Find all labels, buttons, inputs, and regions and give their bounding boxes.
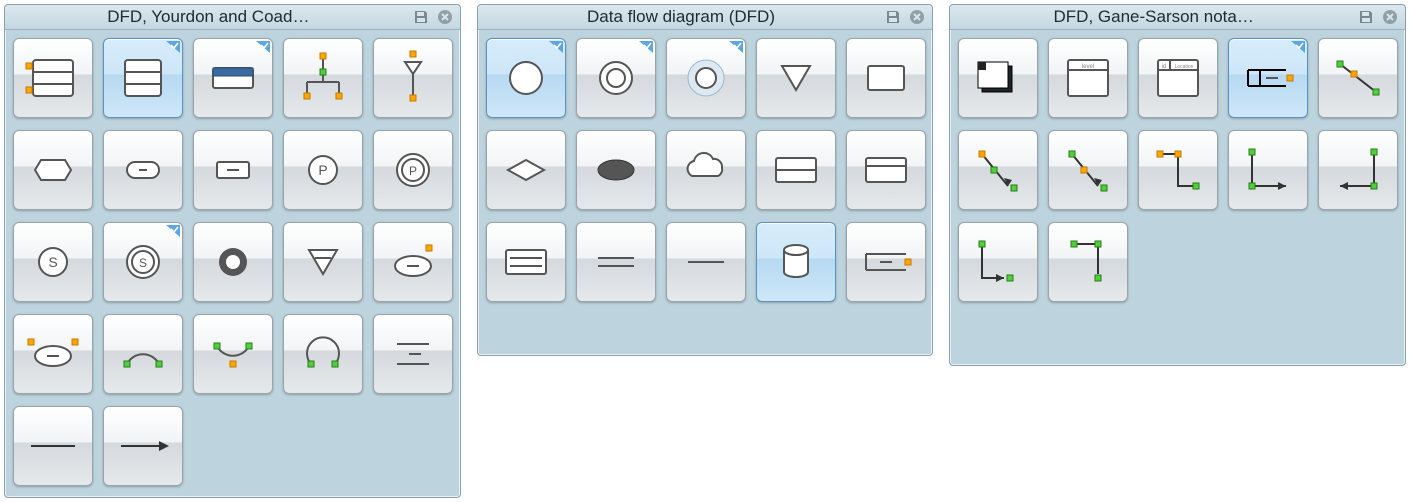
- process-3d-box[interactable]: [958, 38, 1038, 118]
- svg-text:P: P: [318, 162, 327, 178]
- panel-header[interactable]: DFD, Gane-Sarson nota…: [950, 5, 1405, 30]
- one-line[interactable]: [666, 222, 746, 302]
- ellipse[interactable]: [576, 130, 656, 210]
- two-lines-box[interactable]: [486, 222, 566, 302]
- s-circle[interactable]: S: [13, 222, 93, 302]
- panel-title: DFD, Yourdon and Coad…: [11, 7, 406, 27]
- rect-minus[interactable]: [193, 130, 273, 210]
- panel-header[interactable]: DFD, Yourdon and Coad…: [5, 5, 460, 30]
- data-store-stack[interactable]: [13, 38, 93, 118]
- datastore[interactable]: [1228, 38, 1308, 118]
- workspace: DFD, Yourdon and Coad… P P S S Data flow diag…: [0, 0, 1410, 502]
- close-icon[interactable]: [908, 8, 926, 26]
- close-icon[interactable]: [1381, 8, 1399, 26]
- io-box[interactable]: [846, 222, 926, 302]
- cloud[interactable]: [666, 130, 746, 210]
- connector-arrow[interactable]: [103, 406, 183, 486]
- two-lines[interactable]: [576, 222, 656, 302]
- connector-u-2[interactable]: [1048, 222, 1128, 302]
- panel-title: DFD, Gane-Sarson nota…: [956, 7, 1351, 27]
- data-store-stack-selected[interactable]: [103, 38, 183, 118]
- close-icon[interactable]: [436, 8, 454, 26]
- ellipse-handle-top[interactable]: [373, 222, 453, 302]
- save-icon[interactable]: [1357, 8, 1375, 26]
- panel-dfd: Data flow diagram (DFD): [477, 4, 934, 356]
- connector-down-og[interactable]: [958, 130, 1038, 210]
- p-double-circle[interactable]: P: [373, 130, 453, 210]
- connector-line[interactable]: [13, 406, 93, 486]
- hexagon-shape[interactable]: [13, 130, 93, 210]
- save-icon[interactable]: [412, 8, 430, 26]
- process-circle[interactable]: [486, 38, 566, 118]
- ellipse-handle-side[interactable]: [13, 314, 93, 394]
- connector-diag[interactable]: [1318, 38, 1398, 118]
- svg-text:S: S: [139, 256, 147, 270]
- panel-body: [478, 30, 933, 310]
- svg-text:level: level: [1082, 64, 1094, 70]
- cylinder[interactable]: [756, 222, 836, 302]
- connector-right-angle-1[interactable]: [1228, 130, 1308, 210]
- svg-text:Location: Location: [1175, 64, 1194, 70]
- single-band[interactable]: [846, 130, 926, 210]
- process-double-circle[interactable]: [576, 38, 656, 118]
- svg-text:S: S: [48, 254, 57, 270]
- pill-shape[interactable]: [103, 130, 183, 210]
- connector-down-go[interactable]: [1048, 130, 1128, 210]
- loop-arc-green[interactable]: [283, 314, 363, 394]
- double-band[interactable]: [756, 130, 836, 210]
- fork-connector[interactable]: [283, 38, 363, 118]
- panel-gane-sarson: DFD, Gane-Sarson nota… level id Location: [949, 4, 1406, 366]
- triangle-down-filled[interactable]: [756, 38, 836, 118]
- arc-down-green[interactable]: [193, 314, 273, 394]
- ring-shape[interactable]: [193, 222, 273, 302]
- p-circle[interactable]: P: [283, 130, 363, 210]
- diamond[interactable]: [486, 130, 566, 210]
- panel-yourdon-coad: DFD, Yourdon and Coad… P P S S: [4, 4, 461, 498]
- save-icon[interactable]: [884, 8, 902, 26]
- process-glow-circle[interactable]: [666, 38, 746, 118]
- arc-up-green[interactable]: [103, 314, 183, 394]
- s-double-circle[interactable]: S: [103, 222, 183, 302]
- svg-text:P: P: [409, 164, 417, 178]
- panel-body: P P S S: [5, 30, 460, 494]
- panel-header[interactable]: Data flow diagram (DFD): [478, 5, 933, 30]
- rectangle[interactable]: [846, 38, 926, 118]
- panel-body: level id Location: [950, 30, 1405, 310]
- panel-title: Data flow diagram (DFD): [484, 7, 879, 27]
- connector-right-angle-2[interactable]: [1318, 130, 1398, 210]
- triangle-down[interactable]: [283, 222, 363, 302]
- process-split-box[interactable]: id Location: [1138, 38, 1218, 118]
- data-store-box[interactable]: [193, 38, 273, 118]
- merge-connector[interactable]: [373, 38, 453, 118]
- open-rect[interactable]: [373, 314, 453, 394]
- process-header-box[interactable]: level: [1048, 38, 1128, 118]
- connector-step-og[interactable]: [1138, 130, 1218, 210]
- connector-u-1[interactable]: [958, 222, 1038, 302]
- svg-text:id: id: [1162, 64, 1167, 70]
